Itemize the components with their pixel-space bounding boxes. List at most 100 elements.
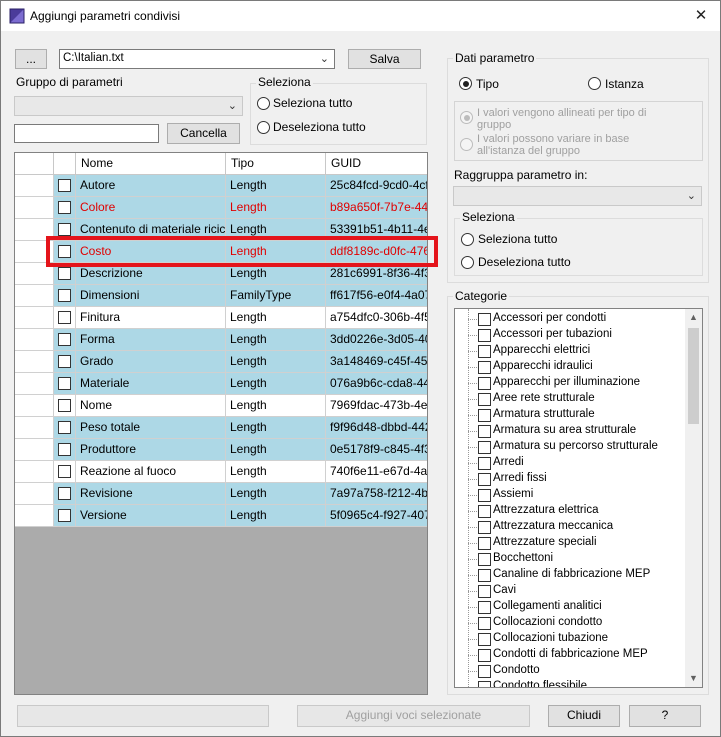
scroll-up-icon[interactable]: ▲ [685,309,702,326]
table-row[interactable]: ProduttoreLength0e5178f9-c845-4f3c- [15,439,427,461]
row-checkbox[interactable] [58,179,71,192]
row-checkbox-cell[interactable] [54,505,76,527]
category-checkbox[interactable] [478,585,491,598]
table-row[interactable]: AutoreLength25c84fcd-9cd0-4cfa- [15,175,427,197]
category-checkbox[interactable] [478,633,491,646]
parameter-group-combo[interactable]: ⌄ [14,96,243,116]
category-label[interactable]: Collegamenti analitici [493,600,602,612]
deselect-all-label[interactable]: Deseleziona tutto [273,120,366,134]
row-checkbox[interactable] [58,311,71,324]
type-radio-label[interactable]: Tipo [476,77,499,91]
category-label[interactable]: Armatura strutturale [493,408,595,420]
cell-guid[interactable]: 5f0965c4-f927-407e- [326,505,427,527]
category-checkbox[interactable] [478,505,491,518]
row-checkbox[interactable] [58,223,71,236]
category-checkbox[interactable] [478,649,491,662]
cell-name[interactable]: Grado [76,351,226,373]
save-button[interactable]: Salva [348,49,421,69]
category-checkbox[interactable] [478,569,491,582]
select-all-label[interactable]: Seleziona tutto [273,96,352,110]
row-checkbox[interactable] [58,355,71,368]
select-all-categories-label[interactable]: Seleziona tutto [478,232,557,246]
cell-type[interactable]: Length [226,461,326,483]
cell-name[interactable]: Reazione al fuoco [76,461,226,483]
cell-type[interactable]: Length [226,373,326,395]
row-checkbox-cell[interactable] [54,307,76,329]
column-header-type[interactable]: Tipo [226,153,326,174]
category-checkbox[interactable] [478,393,491,406]
scroll-thumb[interactable] [688,328,699,424]
category-label[interactable]: Attrezzatura meccanica [493,520,613,532]
category-label[interactable]: Attrezzature speciali [493,536,597,548]
category-label[interactable]: Condotti di fabbricazione MEP [493,648,648,660]
row-checkbox-cell[interactable] [54,197,76,219]
cell-type[interactable]: Length [226,439,326,461]
cell-name[interactable]: Finitura [76,307,226,329]
table-row[interactable]: NomeLength7969fdac-473b-4e59 [15,395,427,417]
row-checkbox[interactable] [58,443,71,456]
row-checkbox[interactable] [58,377,71,390]
category-label[interactable]: Aree rete strutturale [493,392,595,404]
cell-guid[interactable]: 7a97a758-f212-4b3d [326,483,427,505]
select-all-radio[interactable] [257,97,270,110]
category-label[interactable]: Arredi [493,456,524,468]
cell-guid[interactable]: 740f6e11-e67d-4ae7 [326,461,427,483]
category-checkbox[interactable] [478,345,491,358]
table-row[interactable]: Colore Length b89a650f-7b7e-44ff- [15,197,427,219]
cell-guid[interactable]: 7969fdac-473b-4e59 [326,395,427,417]
category-checkbox[interactable] [478,377,491,390]
category-checkbox[interactable] [478,521,491,534]
category-label[interactable]: Attrezzatura elettrica [493,504,598,516]
category-label[interactable]: Armatura su area strutturale [493,424,636,436]
table-row[interactable]: MaterialeLength076a9b6c-cda8-44ea [15,373,427,395]
cell-name[interactable]: Dimensioni [76,285,226,307]
cell-type[interactable]: Length [226,329,326,351]
cell-type[interactable]: Length [226,197,326,219]
row-checkbox[interactable] [58,201,71,214]
row-checkbox-cell[interactable] [54,373,76,395]
categories-tree[interactable]: Accessori per condotti Accessori per tuba… [454,308,703,688]
row-header[interactable] [15,329,54,351]
cell-name[interactable]: Nome [76,395,226,417]
row-checkbox[interactable] [58,399,71,412]
row-header[interactable] [15,395,54,417]
deselect-all-categories-label[interactable]: Deseleziona tutto [478,255,571,269]
table-row[interactable]: FormaLength3dd0226e-3d05-402a [15,329,427,351]
row-header[interactable] [15,197,54,219]
cell-type[interactable]: Length [226,395,326,417]
row-checkbox[interactable] [58,333,71,346]
category-label[interactable]: Arredi fissi [493,472,547,484]
parameters-grid[interactable]: Nome Tipo GUID Autore Length 25c84fcd-9cd0… [14,152,428,695]
deselect-all-radio[interactable] [257,121,270,134]
row-header[interactable] [15,285,54,307]
cell-name[interactable]: Produttore [76,439,226,461]
cell-guid[interactable]: 0e5178f9-c845-4f3c- [326,439,427,461]
cell-type[interactable]: Length [226,307,326,329]
category-label[interactable]: Cavi [493,584,516,596]
cell-name[interactable]: Peso totale [76,417,226,439]
column-header-name[interactable]: Nome [76,153,226,174]
cell-name[interactable]: Autore [76,175,226,197]
category-checkbox[interactable] [478,665,491,678]
browse-button[interactable]: ... [15,49,47,69]
scroll-down-icon[interactable]: ▼ [685,670,702,687]
file-path-combo[interactable]: C:\Italian.txt ⌄ [59,49,335,69]
category-checkbox[interactable] [478,425,491,438]
category-label[interactable]: Armatura su percorso strutturale [493,440,658,452]
category-label[interactable]: Collocazioni tubazione [493,632,608,644]
row-checkbox[interactable] [58,289,71,302]
cell-type[interactable]: Length [226,505,326,527]
cell-name[interactable]: Revisione [76,483,226,505]
category-label[interactable]: Apparecchi elettrici [493,344,590,356]
instance-radio-label[interactable]: Istanza [605,77,644,91]
category-label[interactable]: Apparecchi idraulici [493,360,593,372]
category-checkbox[interactable] [478,329,491,342]
cell-name[interactable]: Forma [76,329,226,351]
category-checkbox[interactable] [478,681,491,687]
category-checkbox[interactable] [478,457,491,470]
table-row[interactable]: FinituraLengtha754dfc0-306b-4f5f-b [15,307,427,329]
category-checkbox[interactable] [478,489,491,502]
cell-name[interactable]: Colore [76,197,226,219]
cell-type[interactable]: Length [226,483,326,505]
category-label[interactable]: Accessori per condotti [493,312,606,324]
